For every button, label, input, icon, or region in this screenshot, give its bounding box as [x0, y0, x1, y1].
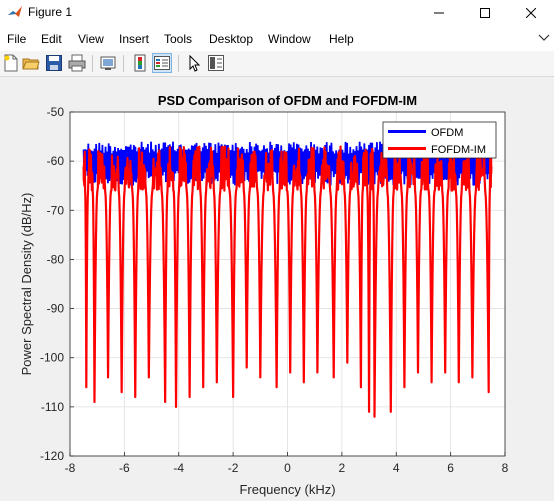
menu-insert[interactable]: Insert	[119, 32, 149, 46]
insert-colorbar-icon[interactable]	[131, 54, 149, 72]
x-tick-label: 6	[447, 461, 454, 475]
legend[interactable]: OFDM FOFDM-IM	[382, 121, 497, 159]
figure-toolbar	[0, 51, 554, 77]
insert-legend-icon[interactable]	[152, 53, 172, 73]
y-tick-label: -110	[41, 400, 64, 414]
dock-arrow-icon[interactable]	[538, 32, 550, 44]
maximize-icon	[480, 8, 490, 18]
matlab-logo-icon	[8, 6, 22, 17]
figure-canvas: -8 -6 -4 -2 0 2 4 6 8 -50 -60 -70 -80 -90 -100 -110 -120…	[0, 77, 554, 498]
open-file-icon[interactable]	[22, 54, 40, 72]
x-tick-label: -6	[119, 461, 130, 475]
close-icon	[526, 8, 536, 18]
y-tick-label: -80	[47, 252, 65, 266]
menu-file[interactable]: File	[7, 32, 26, 46]
x-tick-label: 4	[393, 461, 400, 475]
edit-plot-icon[interactable]	[185, 54, 203, 72]
x-tick-label: 2	[339, 461, 346, 475]
print-icon[interactable]	[68, 54, 86, 72]
legend-label-fofdm-im: FOFDM-IM	[431, 144, 486, 156]
close-button[interactable]	[508, 0, 554, 26]
x-axis-label: Frequency (kHz)	[239, 482, 335, 497]
y-tick-label: -50	[47, 105, 65, 119]
x-tick-label: -8	[65, 461, 76, 475]
menu-edit[interactable]: Edit	[41, 32, 62, 46]
y-axis-label: Power Spectral Density (dB/Hz)	[19, 193, 34, 376]
x-tick-label: 0	[284, 461, 291, 475]
maximize-button[interactable]	[462, 0, 508, 26]
x-tick-label: -4	[173, 461, 184, 475]
y-tick-label: -90	[47, 302, 65, 316]
minimize-icon	[434, 12, 444, 14]
menu-help[interactable]: Help	[329, 32, 354, 46]
menu-window[interactable]: Window	[268, 32, 311, 46]
menu-bar: File Edit View Insert Tools Desktop Wind…	[0, 26, 554, 52]
window-titlebar: Figure 1	[0, 0, 554, 26]
y-tick-label: -100	[40, 351, 64, 365]
y-tick-label: -70	[47, 203, 65, 217]
x-tick-label: 8	[502, 461, 509, 475]
psd-plot[interactable]: -8 -6 -4 -2 0 2 4 6 8 -50 -60 -70 -80 -90 -100 -110 -120…	[0, 77, 554, 498]
window-title: Figure 1	[28, 5, 73, 19]
x-tick-label: -2	[228, 461, 239, 475]
new-figure-icon[interactable]	[2, 54, 20, 72]
menu-view[interactable]: View	[78, 32, 104, 46]
y-tick-label: -60	[47, 154, 65, 168]
legend-label-ofdm: OFDM	[431, 127, 463, 139]
minimize-button[interactable]	[416, 0, 462, 26]
y-tick-label: -120	[40, 449, 64, 463]
toolbar-separator	[92, 55, 93, 72]
property-inspector-icon[interactable]	[207, 54, 225, 72]
save-icon[interactable]	[45, 54, 63, 72]
chart-title: PSD Comparison of OFDM and FOFDM-IM	[158, 93, 417, 108]
toolbar-separator	[178, 55, 179, 72]
menu-desktop[interactable]: Desktop	[209, 32, 253, 46]
toolbar-separator	[123, 55, 124, 72]
menu-tools[interactable]: Tools	[164, 32, 192, 46]
link-plot-icon[interactable]	[99, 54, 117, 72]
